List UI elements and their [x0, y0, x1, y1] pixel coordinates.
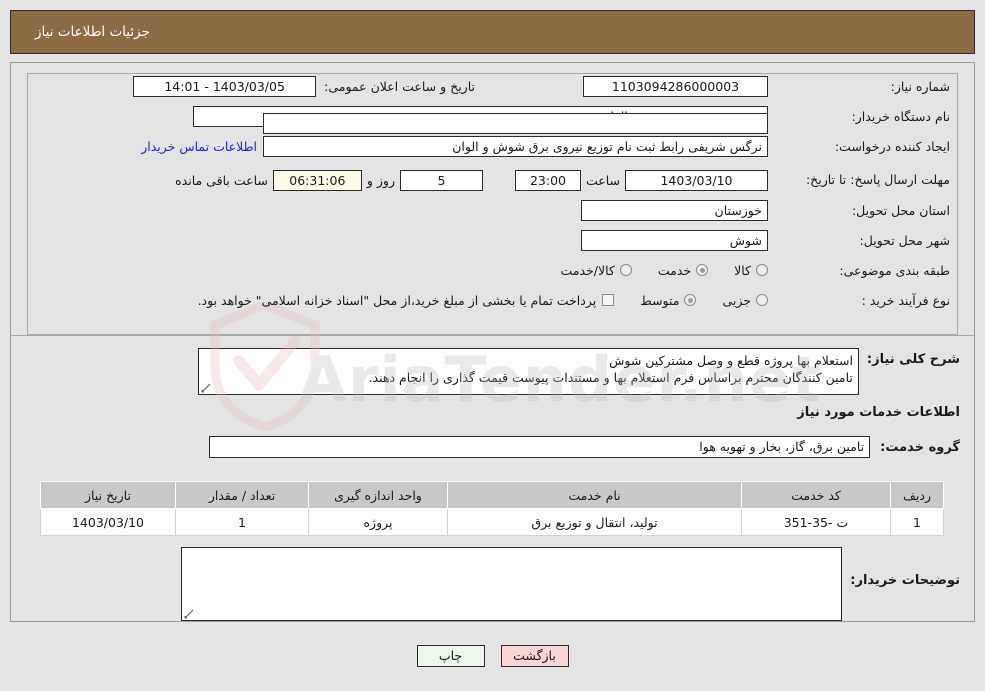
- page-header: جزئیات اطلاعات نیاز: [10, 10, 975, 54]
- row-need-number: شماره نیاز: 1103094286000003 تاریخ و ساع…: [27, 73, 958, 99]
- cell-unit: پروژه: [308, 508, 448, 536]
- category-option-label: کالا/خدمت: [560, 262, 615, 278]
- row-province: استان محل تحویل: خوزستان: [27, 197, 958, 223]
- process-option-label: متوسط: [640, 292, 680, 308]
- row-requester: ایجاد کننده درخواست: نرگس شریفی رابط ثبت…: [27, 133, 958, 159]
- process-option-jozei[interactable]: جزیی: [722, 293, 768, 308]
- radio-icon[interactable]: [756, 264, 768, 276]
- back-button[interactable]: بازگشت: [500, 645, 569, 667]
- category-option-kala[interactable]: کالا: [734, 263, 768, 278]
- process-radio-group: جزیی متوسط: [614, 293, 768, 308]
- province-label: استان محل تحویل:: [851, 202, 950, 218]
- page-root: جزئیات اطلاعات نیاز AriaTender.net شماره…: [0, 0, 985, 691]
- city-label: شهر محل تحویل:: [859, 232, 950, 248]
- description-textarea[interactable]: استعلام بها پروژه قطع و وصل مشترکین شوش …: [197, 348, 859, 395]
- service-group-row: گروه خدمت: تامین برق، گاز، بخار و تهویه …: [209, 436, 960, 458]
- section-divider: [11, 335, 974, 336]
- buyer-notes-row: توضیحات خریدار:: [181, 547, 960, 621]
- table-row: 1 ت -35-351 تولید، انتقال و توزیع برق پر…: [40, 508, 944, 536]
- services-table: ردیف کد خدمت نام خدمت واحد اندازه گیری ت…: [40, 481, 944, 536]
- table-header-row: ردیف کد خدمت نام خدمت واحد اندازه گیری ت…: [40, 481, 944, 509]
- row-process: نوع فرآیند خرید : جزیی متوسط پرداخت تمام…: [27, 287, 958, 313]
- row-deadline: مهلت ارسال پاسخ: تا تاریخ: 1403/03/10 سا…: [27, 167, 958, 193]
- category-option-label: خدمت: [657, 262, 692, 278]
- category-option-kala-khedmat[interactable]: کالا/خدمت: [560, 262, 632, 278]
- service-group-label: گروه خدمت:: [880, 439, 960, 455]
- buyer-notes-label: توضیحات خریدار:: [850, 573, 960, 588]
- print-button[interactable]: چاپ: [416, 645, 485, 667]
- resize-grip-icon[interactable]: [184, 609, 194, 619]
- radio-icon[interactable]: [756, 294, 768, 306]
- process-option-label: جزیی: [722, 292, 751, 308]
- empty-field-value[interactable]: [263, 112, 768, 134]
- row-category: طبقه بندی موضوعی: کالا خدمت کالا/خدمت: [27, 257, 958, 283]
- deadline-label: مهلت ارسال پاسخ: تا تاریخ:: [805, 172, 950, 187]
- category-option-khedmat[interactable]: خدمت: [657, 262, 709, 278]
- th-service-name: نام خدمت: [447, 481, 742, 509]
- remaining-days-value: 5: [399, 169, 483, 191]
- requester-label: ایجاد کننده درخواست:: [834, 138, 950, 154]
- city-value: شوش: [581, 229, 768, 251]
- category-option-label: کالا: [734, 262, 751, 278]
- content-panel: AriaTender.net شماره نیاز: 1103094286000…: [10, 62, 975, 622]
- days-and-label: روز و: [366, 172, 395, 188]
- radio-icon[interactable]: [684, 294, 697, 306]
- need-number-value: 1103094286000003: [583, 75, 768, 97]
- remaining-time-value: 06:31:06: [272, 169, 362, 191]
- process-label: نوع فرآیند خرید :: [861, 292, 950, 308]
- radio-icon[interactable]: [696, 264, 709, 276]
- category-label: طبقه بندی موضوعی:: [839, 262, 950, 278]
- th-service-code: کد خدمت: [741, 481, 891, 509]
- cell-service-name: تولید، انتقال و توزیع برق: [447, 508, 742, 536]
- hours-remaining-label: ساعت باقی مانده: [175, 172, 268, 188]
- page-title: جزئیات اطلاعات نیاز: [35, 24, 150, 40]
- description-row: شرح کلی نیاز: استعلام بها پروژه قطع و وص…: [197, 348, 960, 395]
- footer-actions: بازگشت چاپ: [0, 645, 985, 667]
- treasury-checkbox[interactable]: [602, 294, 615, 306]
- hour-label: ساعت: [585, 172, 620, 188]
- need-number-label: شماره نیاز:: [890, 78, 950, 94]
- category-radio-group: کالا خدمت کالا/خدمت: [534, 263, 768, 278]
- cell-quantity: 1: [175, 508, 309, 536]
- description-label: شرح کلی نیاز:: [866, 352, 960, 367]
- treasury-note: پرداخت تمام یا بخشی از مبلغ خرید،از محل …: [197, 292, 597, 308]
- cell-service-code: ت -35-351: [741, 508, 891, 536]
- buyer-contact-link[interactable]: اطلاعات تماس خریدار: [135, 139, 263, 154]
- public-announce-value: 1403/03/05 - 14:01: [133, 75, 317, 97]
- th-row-no: ردیف: [890, 481, 944, 509]
- buyer-org-label: نام دستگاه خریدار:: [851, 108, 950, 124]
- resize-grip-icon[interactable]: [201, 383, 211, 393]
- th-need-date: تاریخ نیاز: [40, 481, 176, 509]
- buyer-notes-textarea[interactable]: [181, 547, 843, 621]
- deadline-time-value: 23:00: [514, 169, 581, 191]
- process-option-motavaset[interactable]: متوسط: [640, 292, 697, 308]
- row-city: شهر محل تحویل: شوش: [27, 227, 958, 253]
- service-group-value: تامین برق، گاز، بخار و تهویه هوا: [209, 436, 871, 458]
- services-section-title: اطلاعات خدمات مورد نیاز: [797, 405, 960, 420]
- th-quantity: تعداد / مقدار: [175, 481, 309, 509]
- radio-icon[interactable]: [619, 264, 632, 276]
- deadline-date-value: 1403/03/10: [625, 169, 768, 191]
- th-unit: واحد اندازه گیری: [308, 481, 448, 509]
- province-value: خوزستان: [581, 199, 768, 221]
- summary-form: شماره نیاز: 1103094286000003 تاریخ و ساع…: [27, 73, 958, 317]
- cell-row-no: 1: [890, 508, 944, 536]
- public-announce-label: تاریخ و ساعت اعلان عمومی:: [324, 78, 475, 94]
- requester-value: نرگس شریفی رابط ثبت نام توزیع نیروی برق …: [263, 135, 768, 157]
- cell-need-date: 1403/03/10: [40, 508, 176, 536]
